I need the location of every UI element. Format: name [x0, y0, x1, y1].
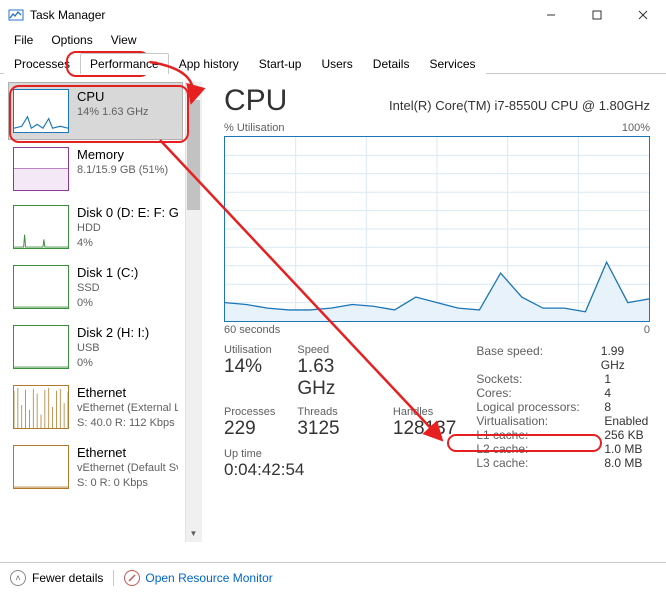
window-title: Task Manager — [30, 8, 528, 22]
tabs: Processes Performance App history Start-… — [0, 50, 666, 74]
sidebar-item-memory[interactable]: Memory8.1/15.9 GB (51%) — [8, 140, 183, 198]
app-icon — [8, 7, 24, 23]
open-resource-monitor-link[interactable]: Open Resource Monitor — [124, 570, 272, 586]
resource-monitor-icon — [124, 570, 140, 586]
sidebar-item-disk2[interactable]: Disk 2 (H: I:)USB0% — [8, 318, 183, 378]
spec-virtualisation: Enabled — [604, 414, 648, 428]
chart-ymax: 100% — [622, 122, 650, 134]
tab-app-history[interactable]: App history — [169, 53, 249, 74]
tab-performance[interactable]: Performance — [80, 53, 169, 74]
tab-startup[interactable]: Start-up — [249, 53, 312, 74]
titlebar: Task Manager — [0, 0, 666, 30]
scrollbar[interactable]: ▲ ▼ — [185, 82, 202, 542]
chart-ylabel: % Utilisation — [224, 122, 285, 134]
menu-file[interactable]: File — [6, 32, 41, 48]
stat-handles: 128137 — [393, 418, 456, 440]
detail-heading: CPU — [224, 84, 287, 118]
menu-options[interactable]: Options — [43, 32, 100, 48]
spec-l1: 256 KB — [604, 428, 643, 442]
spec-cores: 4 — [604, 386, 611, 400]
maximize-button[interactable] — [574, 0, 620, 30]
tab-users[interactable]: Users — [311, 53, 362, 74]
separator — [113, 570, 114, 586]
spec-sockets: 1 — [604, 372, 611, 386]
sidebar-item-disk1[interactable]: Disk 1 (C:)SSD0% — [8, 258, 183, 318]
detail-pane: CPU Intel(R) Core(TM) i7-8550U CPU @ 1.8… — [204, 74, 666, 562]
sidebar: CPU14% 1.63 GHz Memory8.1/15.9 GB (51%) … — [0, 74, 204, 562]
chevron-up-icon: ˄ — [10, 570, 26, 586]
stat-speed: 1.63 GHz — [297, 356, 371, 400]
menu-view[interactable]: View — [103, 32, 145, 48]
bottom-bar: ˄ Fewer details Open Resource Monitor — [0, 562, 666, 592]
annotation-box-cpu-item — [9, 85, 189, 143]
sidebar-item-ethernet-2[interactable]: EthernetvEthernet (Default SvS: 0 R: 0 K… — [8, 438, 183, 498]
cpu-spec-list: Base speed:1.99 GHz Sockets:1 Cores:4 Lo… — [476, 344, 650, 486]
close-button[interactable] — [620, 0, 666, 30]
menubar: File Options View — [0, 30, 666, 50]
tab-details[interactable]: Details — [363, 53, 420, 74]
fewer-details-button[interactable]: ˄ Fewer details — [10, 570, 103, 586]
minimize-button[interactable] — [528, 0, 574, 30]
cpu-chart — [224, 136, 650, 322]
stat-processes: 229 — [224, 418, 275, 440]
stat-utilisation: 14% — [224, 356, 275, 378]
sidebar-item-ethernet-1[interactable]: EthernetvEthernet (External LS: 40.0 R: … — [8, 378, 183, 438]
spec-base-speed: 1.99 GHz — [601, 344, 650, 372]
chart-xright: 0 — [644, 324, 650, 336]
tab-services[interactable]: Services — [419, 53, 485, 74]
spec-l2: 1.0 MB — [604, 442, 642, 456]
scroll-down-icon[interactable]: ▼ — [185, 525, 202, 542]
sidebar-item-disk0[interactable]: Disk 0 (D: E: F: G:)HDD4% — [8, 198, 183, 258]
cpu-model: Intel(R) Core(TM) i7-8550U CPU @ 1.80GHz — [389, 98, 650, 113]
stat-threads: 3125 — [297, 418, 371, 440]
stat-uptime: 0:04:42:54 — [224, 460, 456, 480]
annotation-box-logical-processors — [447, 434, 602, 452]
chart-xleft: 60 seconds — [224, 324, 280, 336]
spec-logical-processors: 8 — [604, 400, 611, 414]
spec-l3: 8.0 MB — [604, 456, 642, 470]
